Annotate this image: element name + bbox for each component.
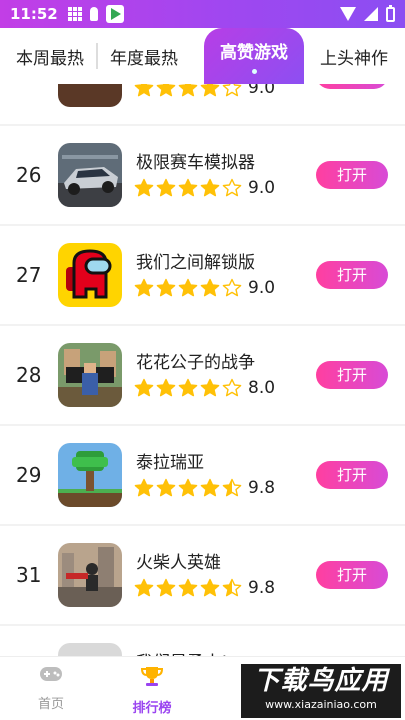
star-full-icon bbox=[200, 578, 220, 597]
tab-weekly-hot[interactable]: 本周最热 bbox=[16, 44, 84, 69]
star-empty-icon bbox=[222, 178, 242, 197]
star-full-icon bbox=[134, 84, 154, 97]
rank-number: 29 bbox=[16, 463, 42, 487]
open-button[interactable]: 打开 bbox=[316, 561, 388, 589]
app-icon bbox=[58, 643, 122, 656]
rating-score: 9.8 bbox=[248, 478, 276, 498]
rating-score: 9.0 bbox=[248, 84, 276, 98]
rank-number: 28 bbox=[16, 363, 42, 387]
app-name: 泰拉瑞亚 bbox=[136, 453, 204, 473]
dude-theft-wars-icon bbox=[58, 343, 122, 407]
rating-score: 9.0 bbox=[248, 278, 276, 298]
notification-person-icon bbox=[89, 7, 98, 21]
star-full-icon bbox=[178, 178, 198, 197]
star-full-icon bbox=[156, 378, 176, 397]
nav-home-label: 首页 bbox=[37, 697, 64, 712]
open-button[interactable]: 打开 bbox=[316, 361, 388, 389]
watermark-url: www.xiazainiao.com bbox=[265, 698, 377, 711]
star-full-icon bbox=[134, 178, 154, 197]
battery-icon bbox=[386, 4, 395, 22]
rating-score: 9.0 bbox=[248, 178, 276, 198]
list-item[interactable]: 29 泰拉瑞亚 9.8 打开 bbox=[0, 426, 405, 524]
rating-stars bbox=[134, 478, 242, 498]
star-full-icon bbox=[200, 378, 220, 397]
status-time: 11:52 bbox=[10, 5, 58, 23]
star-empty-icon bbox=[222, 84, 242, 97]
open-button[interactable]: 打开 bbox=[316, 261, 388, 289]
star-half-icon bbox=[222, 478, 242, 497]
trophy-icon bbox=[140, 667, 164, 686]
list-item[interactable]: 27 我们之间解锁版 9.0 打开 bbox=[0, 226, 405, 324]
tab-top-rated[interactable]: 高赞游戏 bbox=[204, 28, 304, 84]
rating-stars bbox=[134, 278, 242, 298]
star-full-icon bbox=[200, 278, 220, 297]
watermark-title: 下载鸟应用 bbox=[253, 666, 389, 696]
rating-stars bbox=[134, 578, 242, 598]
list-item-partial-top[interactable]: 9.0 bbox=[0, 84, 405, 124]
terraria-tree-icon bbox=[58, 443, 122, 507]
star-empty-icon bbox=[222, 378, 242, 397]
star-full-icon bbox=[178, 378, 198, 397]
notification-grid-icon bbox=[67, 7, 82, 21]
gamepad-icon bbox=[40, 667, 62, 681]
stickman-hero-icon bbox=[58, 543, 122, 607]
rating-stars bbox=[134, 84, 242, 98]
wifi-icon bbox=[340, 7, 356, 21]
star-full-icon bbox=[178, 478, 198, 497]
list-item[interactable]: 28 花花公子的战争 8.0 打开 bbox=[0, 326, 405, 424]
star-full-icon bbox=[156, 478, 176, 497]
app-name: 花花公子的战争 bbox=[136, 353, 255, 373]
rank-number: 27 bbox=[16, 263, 42, 287]
app-name: 火柴人英雄 bbox=[136, 553, 221, 573]
rating-score: 8.0 bbox=[248, 378, 276, 398]
ranking-tabs: 本周最热 年度最热 高赞游戏 上头神作 bbox=[0, 28, 405, 84]
open-button[interactable]: 打开 bbox=[316, 161, 388, 189]
star-full-icon bbox=[178, 84, 198, 97]
racing-car-icon bbox=[58, 143, 122, 207]
star-full-icon bbox=[134, 478, 154, 497]
status-bar: 11:52 bbox=[0, 0, 405, 28]
list-item-partial-bottom[interactable]: 我们是勇士! bbox=[0, 626, 405, 656]
tab-addictive[interactable]: 上头神作 bbox=[320, 44, 388, 69]
tab-divider bbox=[96, 43, 98, 69]
app-name: 我们是勇士! bbox=[136, 648, 228, 656]
play-store-icon bbox=[105, 5, 124, 23]
star-full-icon bbox=[134, 578, 154, 597]
active-tab-indicator bbox=[251, 69, 257, 74]
open-button[interactable]: 打开 bbox=[316, 461, 388, 489]
rating-stars bbox=[134, 178, 242, 198]
signal-icon bbox=[364, 7, 378, 21]
tab-yearly-hot[interactable]: 年度最热 bbox=[110, 44, 178, 69]
star-full-icon bbox=[156, 84, 176, 97]
star-full-icon bbox=[156, 278, 176, 297]
star-full-icon bbox=[134, 278, 154, 297]
list-item[interactable]: 31 火柴人英雄 9.8 打开 bbox=[0, 526, 405, 624]
among-us-crewmate-icon bbox=[58, 243, 122, 307]
rank-number: 26 bbox=[16, 163, 42, 187]
star-full-icon bbox=[200, 84, 220, 97]
star-full-icon bbox=[178, 278, 198, 297]
star-full-icon bbox=[200, 178, 220, 197]
star-full-icon bbox=[156, 178, 176, 197]
nav-ranking-label: 排行榜 bbox=[132, 701, 172, 716]
nav-ranking[interactable]: 排行榜 bbox=[122, 665, 182, 716]
ranking-list: 9.0 26 极限赛车模拟器 9.0 打开 27 我们之间解锁版 9.0 打开 … bbox=[0, 84, 405, 656]
star-half-icon bbox=[222, 578, 242, 597]
star-empty-icon bbox=[222, 278, 242, 297]
list-item[interactable]: 26 极限赛车模拟器 9.0 打开 bbox=[0, 126, 405, 224]
star-full-icon bbox=[134, 378, 154, 397]
star-full-icon bbox=[178, 578, 198, 597]
rating-stars bbox=[134, 378, 242, 398]
nav-home[interactable]: 首页 bbox=[21, 665, 81, 712]
rating-score: 9.8 bbox=[248, 578, 276, 598]
app-name: 我们之间解锁版 bbox=[136, 253, 255, 273]
tab-top-rated-label: 高赞游戏 bbox=[220, 43, 288, 63]
site-watermark: 下载鸟应用 www.xiazainiao.com bbox=[241, 664, 401, 718]
star-full-icon bbox=[156, 578, 176, 597]
star-full-icon bbox=[200, 478, 220, 497]
app-name: 极限赛车模拟器 bbox=[136, 153, 255, 173]
app-icon bbox=[58, 84, 122, 107]
rank-number: 31 bbox=[16, 563, 42, 587]
open-button[interactable] bbox=[316, 84, 388, 89]
